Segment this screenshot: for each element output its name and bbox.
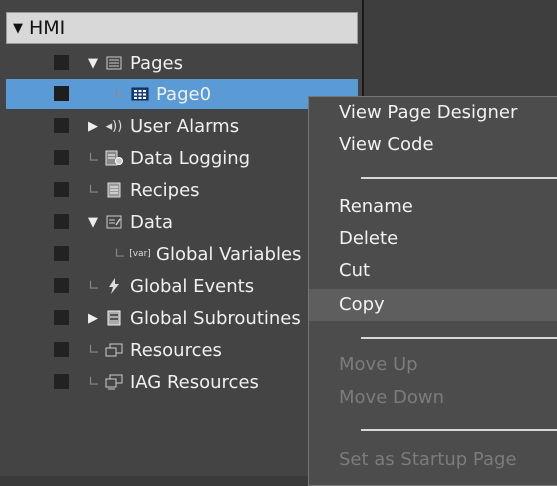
tree-item-label: Global Variables <box>156 243 302 265</box>
tree-item-label: User Alarms <box>130 115 240 137</box>
page-grid-icon <box>130 85 150 103</box>
collapse-triangle-icon[interactable]: ▼ <box>13 21 23 36</box>
tree-item-checkbox[interactable] <box>54 150 69 165</box>
menu-item-rename[interactable]: Rename <box>309 191 557 223</box>
tree-item-global-subroutines[interactable]: ▶ Global Subroutines <box>6 303 358 333</box>
menu-item-move-up: Move Up <box>339 354 418 375</box>
tree-item-checkbox[interactable] <box>54 182 69 197</box>
tree-item-checkbox[interactable] <box>54 86 69 101</box>
menu-separator <box>361 337 557 339</box>
tree-item-page0[interactable]: ∟ Page0 <box>6 79 358 109</box>
tree-item-checkbox[interactable] <box>54 55 69 70</box>
alarm-speaker-icon: ◂)) <box>105 118 123 134</box>
tree-item-label: Data Logging <box>130 147 251 169</box>
tree-connector-icon: ∟ <box>114 86 126 102</box>
tree-item-recipes[interactable]: ∟ Recipes <box>6 175 358 205</box>
tree-connector-icon: ∟ <box>88 278 100 294</box>
data-logging-icon <box>104 149 124 167</box>
menu-item-cut[interactable]: Cut <box>309 255 557 287</box>
menu-separator <box>361 429 557 431</box>
resources-icon <box>104 341 124 359</box>
expander-down-icon[interactable]: ▼ <box>88 56 104 71</box>
tree-item-label: Pages <box>130 52 183 74</box>
expander-right-icon[interactable]: ▶ <box>88 119 104 134</box>
tree-item-user-alarms[interactable]: ▶ ◂)) User Alarms <box>6 111 358 141</box>
tree-item-checkbox[interactable] <box>54 342 69 357</box>
tree-connector-icon: ∟ <box>88 374 100 390</box>
lightning-icon <box>104 277 124 295</box>
tree-connector-icon: ∟ <box>88 342 100 358</box>
tree-item-checkbox[interactable] <box>54 374 69 389</box>
tree-item-label: IAG Resources <box>130 371 259 393</box>
tree-connector-icon: ∟ <box>88 150 100 166</box>
tree-item-label: Global Events <box>130 275 255 297</box>
tree-item-checkbox[interactable] <box>54 278 69 293</box>
pages-icon <box>104 54 124 72</box>
tree-item-label: Global Subroutines <box>130 307 301 329</box>
tree-item-global-variables[interactable]: ∟ [var] Global Variables <box>6 239 358 269</box>
expander-right-icon[interactable]: ▶ <box>88 311 104 326</box>
tree-item-checkbox[interactable] <box>54 118 69 133</box>
menu-item-view-page-designer[interactable]: View Page Designer <box>309 97 557 129</box>
menu-item-move-down: Move Down <box>339 387 444 408</box>
tree-item-checkbox[interactable] <box>54 214 69 229</box>
tree-item-iag-resources[interactable]: ∟ IAG Resources <box>6 367 358 397</box>
menu-item-copy[interactable]: Copy <box>309 289 557 321</box>
tree-item-label: Resources <box>130 339 222 361</box>
menu-item-delete[interactable]: Delete <box>309 223 557 255</box>
tree-item-resources[interactable]: ∟ Resources <box>6 335 358 365</box>
tree-connector-icon: ∟ <box>114 246 126 262</box>
tree-item-global-events[interactable]: ∟ Global Events <box>6 271 358 301</box>
context-menu: View Page Designer View Code Rename Dele… <box>308 96 557 486</box>
data-icon <box>104 213 124 231</box>
tree-item-data[interactable]: ▼ Data <box>6 207 358 237</box>
tree-item-label: Page0 <box>156 83 212 105</box>
tree-item-data-logging[interactable]: ∟ Data Logging <box>6 143 358 173</box>
tree-item-label: Recipes <box>130 179 200 201</box>
menu-item-view-code[interactable]: View Code <box>309 129 557 161</box>
tree-item-pages[interactable]: ▼ Pages <box>6 48 358 78</box>
recipes-icon <box>104 181 124 199</box>
menu-separator <box>361 177 557 179</box>
tree-connector-icon: ∟ <box>88 182 100 198</box>
tree-item-checkbox[interactable] <box>54 310 69 325</box>
tree-item-checkbox[interactable] <box>54 246 69 261</box>
menu-item-set-as-startup-page: Set as Startup Page <box>339 449 517 470</box>
expander-down-icon[interactable]: ▼ <box>88 215 104 230</box>
subroutine-icon <box>104 309 124 327</box>
tree-root-hmi[interactable]: ▼ HMI <box>6 12 358 44</box>
tree-item-label: Data <box>130 211 173 233</box>
var-icon: [var] <box>129 249 151 259</box>
tree-root-label: HMI <box>29 17 66 39</box>
iag-resources-icon <box>104 373 124 391</box>
